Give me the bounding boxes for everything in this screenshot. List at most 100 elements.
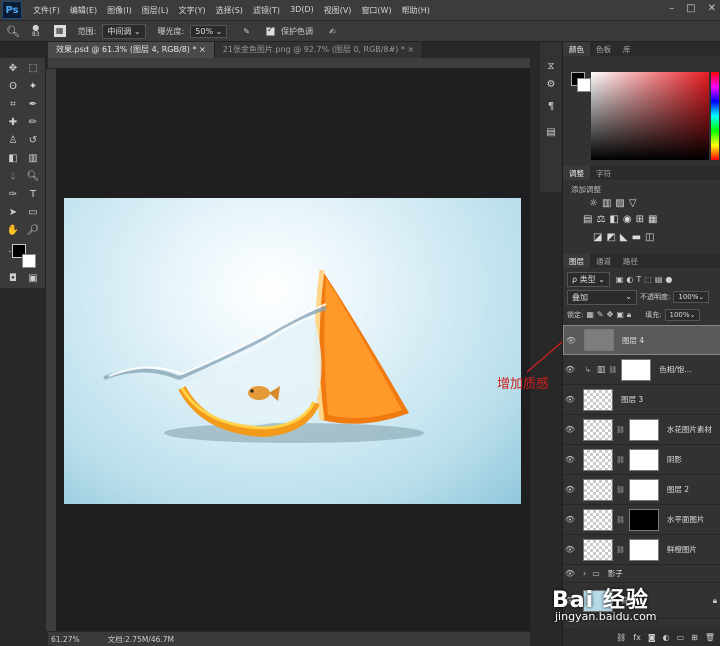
bg-color-swatch[interactable] bbox=[577, 78, 591, 92]
marquee-tool-icon[interactable]: ⬚ bbox=[24, 60, 42, 76]
layer-row[interactable]: 👁︎ ↳ ▥ ⛓ 色相/饱... bbox=[563, 355, 720, 385]
brush-tool-icon[interactable]: ✏ bbox=[24, 114, 42, 130]
layer-row[interactable]: 👁︎ ⛓ 图层 2 bbox=[563, 475, 720, 505]
tab-paths[interactable]: 路径 bbox=[617, 256, 644, 267]
menu-item[interactable]: 编辑(E) bbox=[65, 5, 102, 16]
lasso-tool-icon[interactable]: ʘ bbox=[4, 78, 22, 94]
brush-preview-icon[interactable]: ● bbox=[32, 24, 39, 32]
layer-row[interactable]: 👁︎ 图层 3 bbox=[563, 385, 720, 415]
layer-row[interactable]: 👁︎ ⛓ 水花图片素材 bbox=[563, 415, 720, 445]
dodge-tool-icon[interactable]: 🔍︎ bbox=[6, 25, 20, 38]
layer-row[interactable]: 👁︎ ⛓ 鲜橙图片 bbox=[563, 535, 720, 565]
add-mask-icon[interactable]: ◙ bbox=[648, 633, 656, 642]
menu-item[interactable]: 3D(D) bbox=[285, 5, 319, 16]
airbrush-icon[interactable]: ✎ bbox=[243, 27, 250, 36]
tab-adjustments[interactable]: 调整 bbox=[563, 166, 590, 180]
hand-tool-icon[interactable]: ✋ bbox=[4, 222, 22, 238]
zoom-level[interactable]: 61.27% bbox=[51, 635, 80, 644]
eye-icon[interactable]: 👁︎ bbox=[563, 365, 577, 374]
menu-item[interactable]: 文字(Y) bbox=[173, 5, 210, 16]
blur-tool-icon[interactable]: 💧︎ bbox=[4, 168, 22, 184]
adjustment-layer-icon[interactable]: ◐ bbox=[663, 633, 670, 642]
history-panel-icon[interactable]: ⧖ bbox=[542, 58, 560, 74]
shape-tool-icon[interactable]: ▭ bbox=[24, 204, 42, 220]
maximize-icon[interactable]: □ bbox=[686, 3, 695, 14]
dodge-tool-icon[interactable]: 🔍︎ bbox=[24, 168, 42, 184]
adjustment-icons-row-3[interactable]: ◪◩◣▬◫ bbox=[593, 232, 658, 243]
zoom-tool-icon[interactable]: 🔎︎ bbox=[24, 222, 42, 238]
layer-row[interactable]: 👁︎ ⛓ 水平面图片 bbox=[563, 505, 720, 535]
crop-tool-icon[interactable]: ⌗ bbox=[4, 96, 22, 112]
menu-item[interactable]: 帮助(H) bbox=[397, 5, 435, 16]
close-tab-icon[interactable]: × bbox=[199, 45, 206, 54]
tab-channels[interactable]: 通道 bbox=[590, 256, 617, 267]
history-brush-icon[interactable]: ↺ bbox=[24, 132, 42, 148]
range-select[interactable]: 中间调 ⌄ bbox=[102, 23, 146, 39]
protect-tones-checkbox[interactable] bbox=[266, 25, 275, 36]
adjustment-icons-row-1[interactable]: ☼▥▨▽ bbox=[589, 198, 641, 209]
tab-color[interactable]: 颜色 bbox=[563, 42, 590, 56]
eye-icon[interactable]: 👁︎ bbox=[563, 545, 577, 554]
clone-stamp-icon[interactable]: ♙ bbox=[4, 132, 22, 148]
pressure-icon[interactable]: ✍ bbox=[329, 27, 336, 36]
menu-item[interactable]: 滤镜(T) bbox=[248, 5, 285, 16]
close-tab-icon[interactable]: × bbox=[407, 45, 414, 54]
fill-input[interactable]: 100%⌄ bbox=[664, 309, 701, 321]
minimize-icon[interactable]: – bbox=[669, 3, 674, 14]
blend-mode-select[interactable]: 叠加 ⌄ bbox=[567, 289, 637, 305]
eye-icon[interactable]: 👁︎ bbox=[563, 395, 577, 404]
paragraph-panel-icon[interactable]: ¶ bbox=[542, 98, 560, 114]
menu-item[interactable]: 窗口(W) bbox=[356, 5, 396, 16]
lock-icons[interactable]: ▦✎✥▣🔒︎ bbox=[586, 310, 634, 320]
hue-slider[interactable] bbox=[711, 72, 719, 160]
color-picker-field[interactable] bbox=[591, 72, 709, 160]
type-tool-icon[interactable]: T bbox=[24, 186, 42, 202]
exposure-input[interactable]: 50% ⌄ bbox=[190, 24, 228, 38]
new-layer-icon[interactable]: ⊞ bbox=[691, 633, 698, 642]
menu-item[interactable]: 选择(S) bbox=[211, 5, 248, 16]
layer-group-row[interactable]: 👁︎ › ▭ 影子 bbox=[563, 565, 720, 583]
tab-goldfish-png[interactable]: 21张金鱼图片.png @ 92.7% (图层 0, RGB/8#) * × bbox=[214, 42, 424, 58]
magic-wand-icon[interactable]: ✦ bbox=[24, 78, 42, 94]
gradient-tool-icon[interactable]: ▥ bbox=[24, 150, 42, 166]
menu-item[interactable]: 视图(V) bbox=[319, 5, 357, 16]
menu-item[interactable]: 文件(F) bbox=[28, 5, 65, 16]
trash-icon[interactable]: 🗑︎ bbox=[705, 633, 715, 642]
tab-library[interactable]: 库 bbox=[617, 44, 637, 55]
screen-mode-icon[interactable]: ▣ bbox=[24, 270, 42, 286]
eye-icon[interactable]: 👁︎ bbox=[563, 515, 577, 524]
chevron-right-icon[interactable]: › bbox=[583, 569, 586, 578]
layer-row[interactable]: 👁︎ ⛓ 阴影 bbox=[563, 445, 720, 475]
document-canvas[interactable] bbox=[64, 198, 521, 504]
tab-layers[interactable]: 图层 bbox=[563, 254, 590, 268]
actions-panel-icon[interactable]: ⚙ bbox=[542, 76, 560, 92]
eraser-tool-icon[interactable]: ◧ bbox=[4, 150, 22, 166]
eyedropper-icon[interactable]: ✒ bbox=[24, 96, 42, 112]
adjustment-icons-row-2[interactable]: ▤⚖◧◉⊞▦ bbox=[583, 214, 661, 225]
move-tool-icon[interactable]: ✥ bbox=[4, 60, 22, 76]
eye-icon[interactable]: 👁︎ bbox=[564, 336, 578, 345]
close-icon[interactable]: ✕ bbox=[708, 3, 716, 14]
eye-icon[interactable]: 👁︎ bbox=[563, 569, 577, 578]
layer-row[interactable]: 👁︎ 图层 4 bbox=[563, 325, 720, 355]
opacity-input[interactable]: 100%⌄ bbox=[673, 291, 710, 303]
menu-item[interactable]: 图层(L) bbox=[137, 5, 174, 16]
tab-character[interactable]: 字符 bbox=[590, 168, 617, 179]
properties-panel-icon[interactable]: ▤ bbox=[542, 124, 560, 140]
fx-icon[interactable]: fx bbox=[633, 633, 641, 642]
menu-item[interactable]: 图像(I) bbox=[102, 5, 137, 16]
layer-filter-select[interactable]: ρ 类型 ⌄ bbox=[567, 271, 610, 287]
healing-brush-icon[interactable]: ✚ bbox=[4, 114, 22, 130]
new-group-icon[interactable]: ▭ bbox=[677, 633, 685, 642]
path-select-icon[interactable]: ➤ bbox=[4, 204, 22, 220]
eye-icon[interactable]: 👁︎ bbox=[563, 485, 577, 494]
tab-effect-psd[interactable]: 效果.psd @ 61.3% (图层 4, RGB/8) * × bbox=[48, 42, 215, 58]
filter-icons[interactable]: ▣◐T⬚▤● bbox=[616, 275, 676, 284]
background-color-swatch[interactable] bbox=[22, 254, 36, 268]
link-layers-icon[interactable]: ⛓ bbox=[616, 633, 626, 642]
brush-panel-icon[interactable]: ▦ bbox=[53, 25, 66, 37]
eye-icon[interactable]: 👁︎ bbox=[563, 425, 577, 434]
quick-mask-icon[interactable]: ◘ bbox=[4, 270, 22, 286]
pen-tool-icon[interactable]: ✑ bbox=[4, 186, 22, 202]
eye-icon[interactable]: 👁︎ bbox=[563, 455, 577, 464]
